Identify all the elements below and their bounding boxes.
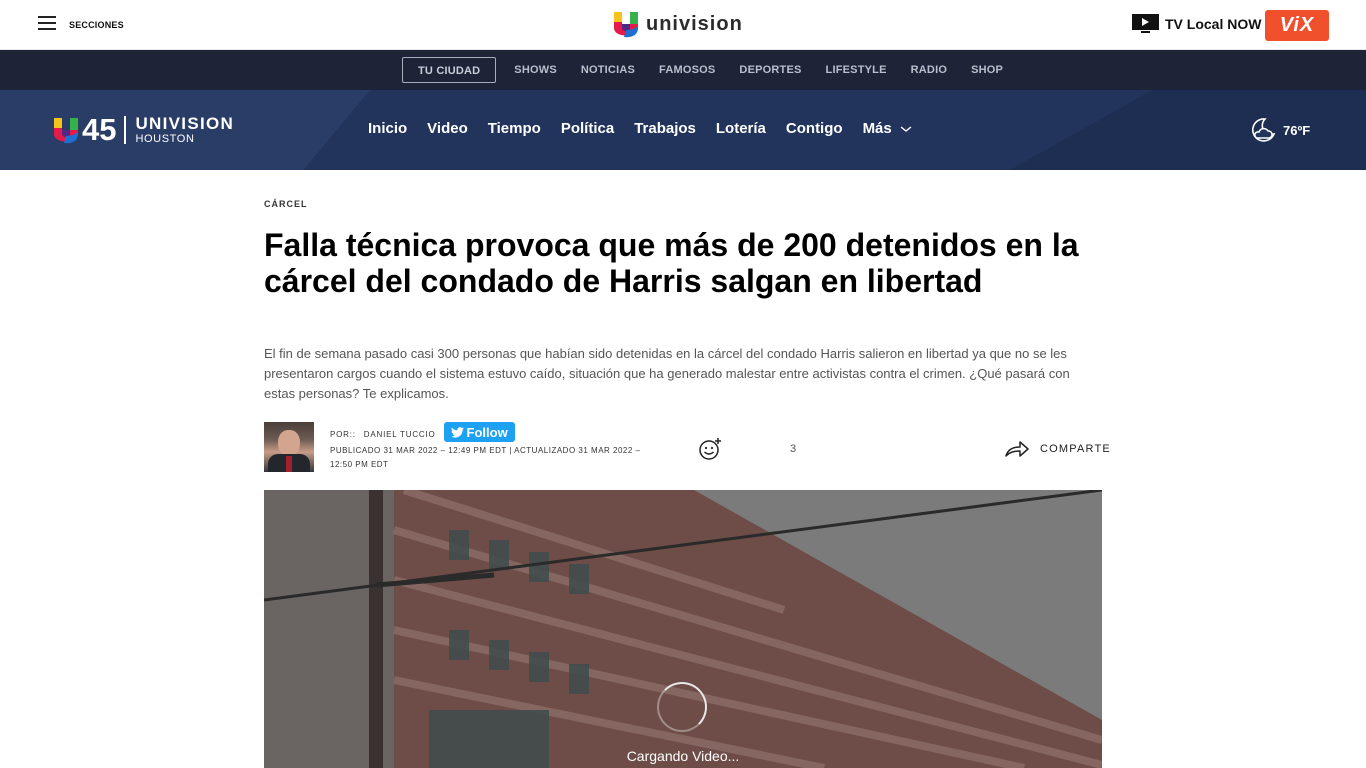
nav-famosos[interactable]: FAMOSOS — [659, 57, 715, 83]
author-avatar[interactable] — [264, 422, 314, 472]
video-loading-text: Cargando Video... — [626, 748, 740, 764]
tv-play-icon — [1132, 14, 1159, 33]
author-name[interactable]: DANIEL TUCCIO — [364, 430, 436, 439]
vix-button[interactable]: ViX — [1265, 10, 1329, 41]
local-nav-trabajos[interactable]: Trabajos — [634, 120, 696, 137]
univision-45-houston-logo[interactable]: 45 UNIVISION HOUSTON — [52, 114, 234, 146]
twitter-bird-icon — [450, 426, 464, 438]
local-nav-mas[interactable]: Más — [863, 120, 912, 137]
share-arrow-icon — [1005, 441, 1029, 457]
share-button[interactable]: COMPARTE — [1004, 440, 1111, 458]
weather-widget[interactable]: 76ºF — [1249, 116, 1310, 144]
univision-u-icon — [614, 12, 638, 38]
menu-icon[interactable] — [38, 16, 58, 34]
sections-label[interactable]: SECCIONES — [69, 20, 124, 30]
logo-city: HOUSTON — [135, 133, 195, 145]
night-cloud-icon — [1251, 118, 1276, 142]
logo-divider — [124, 116, 127, 144]
by-prefix: POR:: — [330, 429, 356, 439]
local-nav-politica[interactable]: Política — [561, 120, 614, 137]
univision-logo[interactable]: univision — [612, 10, 743, 38]
byline: POR:: DANIEL TUCCIO Follow PUBLICADO 31 … — [264, 422, 1110, 472]
article-headline: Falla técnica provoca que más de 200 det… — [264, 227, 1079, 299]
nav-noticias[interactable]: NOTICIAS — [581, 57, 635, 83]
logo-brand: UNIVISION — [135, 114, 235, 133]
secondary-nav: TU CIUDAD SHOWS NOTICIAS FAMOSOS DEPORTE… — [0, 50, 1366, 90]
local-nav-contigo[interactable]: Contigo — [786, 120, 843, 137]
tv-local-now-link[interactable]: TV Local NOW — [1132, 14, 1261, 34]
reaction-count: 3 — [790, 443, 797, 455]
header-decor-right — [1010, 90, 1366, 170]
smiley-add-icon — [699, 438, 721, 460]
article-kicker[interactable]: CÁRCEL — [264, 199, 308, 209]
video-player[interactable]: Cargando Video... — [264, 490, 1102, 768]
local-nav-mas-label: Más — [862, 120, 892, 137]
nav-radio[interactable]: RADIO — [911, 57, 947, 83]
reaction-button[interactable] — [698, 437, 722, 466]
nav-shop[interactable]: SHOP — [971, 57, 1003, 83]
nav-lifestyle[interactable]: LIFESTYLE — [826, 57, 887, 83]
tv-local-label: TV Local NOW — [1165, 16, 1262, 32]
brand-name: univision — [646, 12, 743, 35]
publish-date: PUBLICADO 31 MAR 2022 – 12:49 PM EDT | A… — [330, 446, 641, 469]
article-dek: El fin de semana pasado casi 300 persona… — [264, 346, 1070, 401]
nav-tu-ciudad[interactable]: TU CIUDAD — [402, 57, 497, 83]
univision-u-icon — [54, 118, 78, 144]
local-nav-inicio[interactable]: Inicio — [368, 120, 407, 137]
nav-shows[interactable]: SHOWS — [514, 57, 557, 83]
twitter-follow-button[interactable]: Follow — [443, 422, 515, 442]
follow-label: Follow — [466, 424, 508, 440]
byline-meta: POR:: DANIEL TUCCIO Follow PUBLICADO 31 … — [330, 422, 660, 472]
chevron-down-icon — [900, 125, 912, 132]
local-nav-video[interactable]: Video — [427, 120, 468, 137]
local-nav-tiempo[interactable]: Tiempo — [488, 120, 541, 137]
local-nav: Inicio Video Tiempo Política Trabajos Lo… — [368, 120, 932, 137]
local-station-header: 45 UNIVISION HOUSTON Inicio Video Tiempo… — [0, 90, 1366, 170]
nav-deportes[interactable]: DEPORTES — [739, 57, 801, 83]
local-nav-loteria[interactable]: Lotería — [716, 120, 766, 137]
loading-spinner — [657, 682, 707, 732]
channel-number: 45 — [82, 112, 117, 147]
share-label: COMPARTE — [1040, 443, 1111, 455]
temperature: 76ºF — [1283, 122, 1311, 138]
top-bar: SECCIONES univision TV Local NOW ViX — [0, 0, 1366, 50]
